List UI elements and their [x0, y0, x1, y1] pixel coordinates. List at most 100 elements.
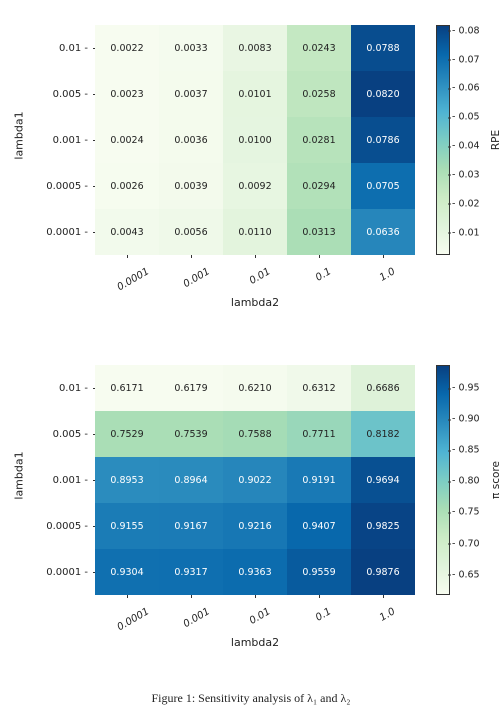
- y-tick: 0.005 -: [30, 411, 92, 457]
- colorbar-label: RPE: [490, 25, 502, 255]
- heatmap-cell: 0.0313: [287, 209, 351, 255]
- heatmap-cell: 0.6179: [159, 365, 223, 411]
- colorbar-tick: - 0.80: [452, 476, 480, 487]
- colorbar-tick: - 0.07: [452, 54, 480, 65]
- y-tick: 0.0005 -: [30, 503, 92, 549]
- heatmap-cell: 0.9559: [287, 549, 351, 595]
- heatmap-row: 0.75290.75390.75880.77110.8182: [95, 411, 415, 457]
- colorbar: [436, 365, 450, 595]
- heatmap-cell: 0.8953: [95, 457, 159, 503]
- x-tick: 0.1: [287, 258, 351, 298]
- x-ticks: 0.00010.0010.010.11.0: [95, 258, 415, 298]
- heatmap-cell: 0.7588: [223, 411, 287, 457]
- colorbar-label-text: π score: [490, 461, 502, 499]
- x-tick: 0.001: [159, 258, 223, 298]
- heatmap-cell: 0.9167: [159, 503, 223, 549]
- heatmap-cell: 0.9363: [223, 549, 287, 595]
- heatmap-row: 0.89530.89640.90220.91910.9694: [95, 457, 415, 503]
- x-tick: 0.01: [223, 258, 287, 298]
- heatmap-cell: 0.9694: [351, 457, 415, 503]
- y-axis-label: lambda1: [12, 10, 26, 260]
- heatmap-cell: 0.0243: [287, 25, 351, 71]
- y-axis-label: lambda1: [12, 350, 26, 600]
- heatmap-cell: 0.6171: [95, 365, 159, 411]
- y-ticks: 0.01 -0.005 -0.001 -0.0005 -0.0001 -: [30, 365, 92, 595]
- heatmap-cell: 0.9155: [95, 503, 159, 549]
- heatmap-cell: 0.0788: [351, 25, 415, 71]
- y-axis-label-text: lambda1: [13, 111, 26, 159]
- heatmap-cell: 0.7539: [159, 411, 223, 457]
- heatmap-grid: 0.00220.00330.00830.02430.07880.00230.00…: [95, 25, 415, 255]
- x-tick: 0.0001: [95, 598, 159, 638]
- y-tick: 0.01 -: [30, 365, 92, 411]
- heatmap-cell: 0.0258: [287, 71, 351, 117]
- heatmap-cell: 0.8182: [351, 411, 415, 457]
- heatmap-cell: 0.0083: [223, 25, 287, 71]
- heatmap-row: 0.91550.91670.92160.94070.9825: [95, 503, 415, 549]
- heatmap-row: 0.93040.93170.93630.95590.9876: [95, 549, 415, 595]
- heatmap-cell: 0.0705: [351, 163, 415, 209]
- heatmap-cell: 0.9317: [159, 549, 223, 595]
- y-tick: 0.005 -: [30, 71, 92, 117]
- heatmap-cell: 0.0056: [159, 209, 223, 255]
- colorbar-tick: - 0.90: [452, 414, 480, 425]
- x-tick: 1.0: [351, 598, 415, 638]
- heatmap-cell: 0.0022: [95, 25, 159, 71]
- heatmap-row: 0.00220.00330.00830.02430.0788: [95, 25, 415, 71]
- heatmap-cell: 0.0110: [223, 209, 287, 255]
- heatmap-cell: 0.0636: [351, 209, 415, 255]
- x-tick: 0.001: [159, 598, 223, 638]
- x-tick: 0.1: [287, 598, 351, 638]
- heatmap-row: 0.00260.00390.00920.02940.0705: [95, 163, 415, 209]
- heatmap-cell: 0.7529: [95, 411, 159, 457]
- y-ticks: 0.01 -0.005 -0.001 -0.0005 -0.0001 -: [30, 25, 92, 255]
- heatmap-cell: 0.6210: [223, 365, 287, 411]
- heatmap-cell: 0.0037: [159, 71, 223, 117]
- heatmap-row: 0.00430.00560.01100.03130.0636: [95, 209, 415, 255]
- heatmap-row: 0.00230.00370.01010.02580.0820: [95, 71, 415, 117]
- heatmap-grid: 0.61710.61790.62100.63120.66860.75290.75…: [95, 365, 415, 595]
- y-tick: 0.001 -: [30, 117, 92, 163]
- heatmap-cell: 0.9216: [223, 503, 287, 549]
- heatmap-cell: 0.9825: [351, 503, 415, 549]
- colorbar-tick: - 0.85: [452, 445, 480, 456]
- heatmap-cell: 0.0033: [159, 25, 223, 71]
- heatmap-cell: 0.0023: [95, 71, 159, 117]
- heatmap-cell: 0.0024: [95, 117, 159, 163]
- heatmap-row: 0.61710.61790.62100.63120.6686: [95, 365, 415, 411]
- heatmap-row: 0.00240.00360.01000.02810.0786: [95, 117, 415, 163]
- heatmap-cell: 0.0294: [287, 163, 351, 209]
- x-ticks: 0.00010.0010.010.11.0: [95, 598, 415, 638]
- colorbar-tick: - 0.03: [452, 169, 480, 180]
- colorbar-tick: - 0.65: [452, 569, 480, 580]
- colorbar-tick: - 0.75: [452, 507, 480, 518]
- colorbar-ticks: - 0.65 - 0.70 - 0.75 - 0.80 - 0.85 - 0.90 - 0.…: [452, 365, 490, 595]
- y-tick: 0.001 -: [30, 457, 92, 503]
- colorbar-tick: - 0.95: [452, 383, 480, 394]
- heatmap-cell: 0.7711: [287, 411, 351, 457]
- heatmap-cell: 0.8964: [159, 457, 223, 503]
- heatmap-cell: 0.0281: [287, 117, 351, 163]
- colorbar-tick: - 0.70: [452, 538, 480, 549]
- colorbar-label: π score: [490, 365, 502, 595]
- x-tick: 1.0: [351, 258, 415, 298]
- x-axis-label: lambda2: [95, 636, 415, 649]
- heatmap-cell: 0.0820: [351, 71, 415, 117]
- y-axis-label-text: lambda1: [13, 451, 26, 499]
- heatmap-cell: 0.0092: [223, 163, 287, 209]
- heatmap-cell: 0.0036: [159, 117, 223, 163]
- heatmap-cell: 0.6312: [287, 365, 351, 411]
- colorbar-label-text: RPE: [490, 130, 502, 150]
- heatmap-cell: 0.9191: [287, 457, 351, 503]
- colorbar-tick: - 0.06: [452, 83, 480, 94]
- heatmap-cell: 0.0043: [95, 209, 159, 255]
- y-tick: 0.0001 -: [30, 549, 92, 595]
- colorbar-ticks: - 0.01- 0.02- 0.03- 0.04- 0.05- 0.06- 0.…: [452, 25, 490, 255]
- heatmap-cell: 0.0039: [159, 163, 223, 209]
- figure: lambda1 0.01 -0.005 -0.001 -0.0005 -0.00…: [0, 0, 502, 710]
- colorbar-tick: - 0.05: [452, 112, 480, 123]
- colorbar-tick: - 0.04: [452, 141, 480, 152]
- heatmap-cell: 0.0101: [223, 71, 287, 117]
- heatmap-panel-rpe: lambda1 0.01 -0.005 -0.001 -0.0005 -0.00…: [0, 10, 502, 330]
- heatmap-cell: 0.9407: [287, 503, 351, 549]
